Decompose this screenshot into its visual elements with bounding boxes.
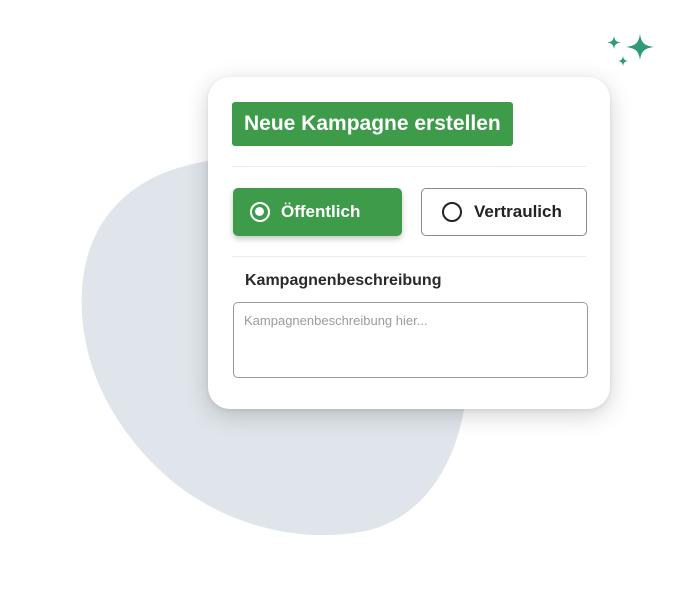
radio-selected-icon	[250, 202, 270, 222]
sparkle-large	[626, 34, 654, 60]
sparkles-icon	[607, 34, 654, 66]
description-label: Kampagnenbeschreibung	[245, 272, 442, 289]
visibility-option-label: Vertraulich	[474, 202, 562, 221]
sparkle-small-top	[607, 36, 621, 49]
description-textarea[interactable]	[233, 302, 588, 378]
illustration-stage: Neue Kampagne erstellen Öffentlich Vertr…	[0, 0, 700, 600]
visibility-option-public[interactable]: Öffentlich	[233, 188, 402, 236]
visibility-option-confidential[interactable]: Vertraulich	[421, 188, 587, 236]
divider-bottom	[232, 256, 586, 257]
radio-unselected-icon	[442, 202, 462, 222]
divider-top	[232, 166, 586, 167]
create-campaign-card: Neue Kampagne erstellen Öffentlich Vertr…	[208, 77, 610, 409]
card-title: Neue Kampagne erstellen	[232, 102, 513, 146]
sparkle-small-bottom	[618, 56, 628, 66]
visibility-option-label: Öffentlich	[281, 202, 361, 221]
